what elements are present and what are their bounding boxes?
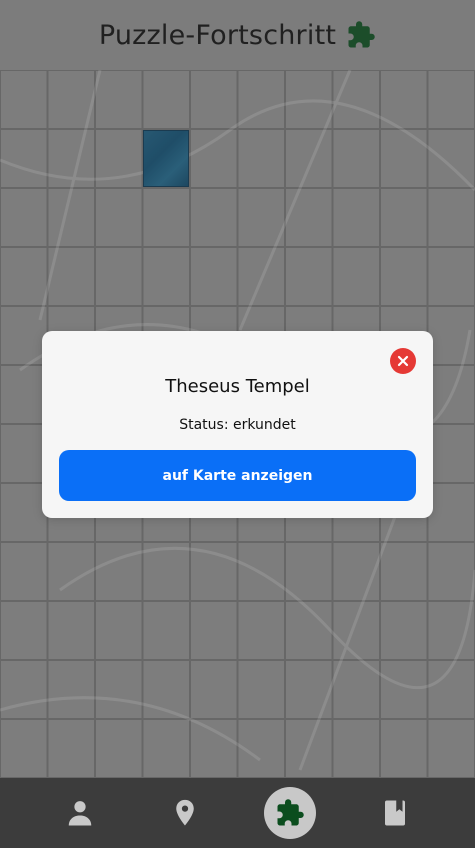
show-on-map-button[interactable]: auf Karte anzeigen — [59, 450, 416, 501]
nav-puzzle[interactable] — [263, 787, 316, 839]
place-dialog: Theseus Tempel Status: erkundet auf Kart… — [42, 331, 433, 518]
map-pin-icon — [176, 799, 194, 826]
close-button[interactable] — [390, 348, 416, 374]
place-name: Theseus Tempel — [165, 376, 310, 397]
nav-journal[interactable] — [369, 787, 421, 839]
book-icon — [384, 800, 405, 826]
person-icon — [69, 801, 92, 826]
nav-map[interactable] — [159, 787, 211, 839]
close-icon — [397, 355, 409, 367]
puzzle-icon — [277, 799, 304, 826]
bottom-nav — [0, 778, 475, 848]
place-status: Status: erkundet — [179, 417, 296, 433]
nav-profile[interactable] — [54, 787, 106, 839]
